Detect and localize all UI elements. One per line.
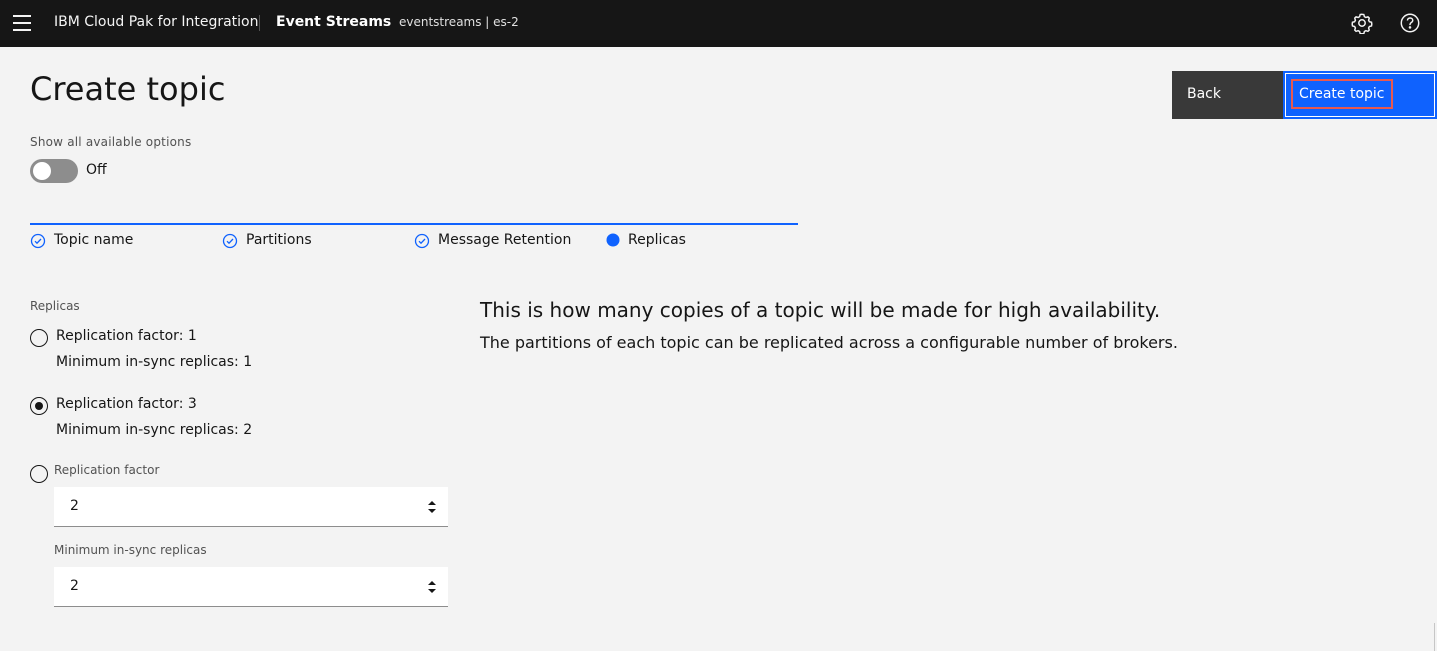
info-body: The partitions of each topic can be repl… bbox=[480, 333, 1178, 352]
option-2-line-2: Minimum in-sync replicas: 2 bbox=[56, 422, 253, 438]
custom-replication-radio[interactable] bbox=[30, 465, 48, 483]
help-icon[interactable] bbox=[1399, 12, 1421, 34]
toggle-state-text: Off bbox=[86, 162, 107, 178]
step-label: Message Retention bbox=[438, 232, 572, 248]
replication-factor-3-radio[interactable] bbox=[30, 397, 48, 415]
current-step-icon bbox=[606, 233, 622, 249]
toggle-knob bbox=[33, 162, 51, 180]
step-label: Replicas bbox=[628, 232, 686, 248]
option-1-line-1: Replication factor: 1 bbox=[56, 328, 197, 344]
min-isr-value: 2 bbox=[70, 578, 79, 594]
progress-bar bbox=[30, 223, 798, 225]
replication-factor-input[interactable]: 2 bbox=[54, 487, 448, 527]
show-options-label: Show all available options bbox=[30, 135, 192, 149]
instance-name: eventstreams | es-2 bbox=[399, 15, 519, 29]
create-topic-button[interactable]: Create topic bbox=[1283, 71, 1437, 119]
top-header: IBM Cloud Pak for Integration Event Stre… bbox=[0, 0, 1437, 47]
info-title: This is how many copies of a topic will … bbox=[480, 298, 1161, 322]
checkmark-circle-icon bbox=[414, 233, 430, 249]
back-button[interactable]: Back bbox=[1172, 71, 1283, 119]
replication-factor-value: 2 bbox=[70, 498, 79, 514]
option-2-line-1: Replication factor: 3 bbox=[56, 396, 197, 412]
checkmark-circle-icon bbox=[222, 233, 238, 249]
settings-icon[interactable] bbox=[1351, 12, 1373, 34]
option-1-line-2: Minimum in-sync replicas: 1 bbox=[56, 354, 253, 370]
menu-icon[interactable] bbox=[13, 15, 31, 32]
page-title: Create topic bbox=[30, 70, 226, 108]
replication-factor-label: Replication factor bbox=[54, 463, 160, 477]
number-stepper-icon[interactable] bbox=[426, 498, 438, 516]
step-label: Partitions bbox=[246, 232, 312, 248]
min-isr-input[interactable]: 2 bbox=[54, 567, 448, 607]
header-divider bbox=[259, 15, 260, 31]
show-options-toggle[interactable] bbox=[30, 159, 78, 183]
app-name[interactable]: Event Streams bbox=[276, 14, 391, 30]
replication-factor-1-radio[interactable] bbox=[30, 329, 48, 347]
number-stepper-icon[interactable] bbox=[426, 578, 438, 596]
product-name[interactable]: IBM Cloud Pak for Integration bbox=[54, 14, 259, 30]
checkmark-circle-icon bbox=[30, 233, 46, 249]
step-label: Topic name bbox=[54, 232, 134, 248]
min-isr-label: Minimum in-sync replicas bbox=[54, 543, 207, 557]
replicas-section-label: Replicas bbox=[30, 299, 80, 313]
create-topic-button-label: Create topic bbox=[1291, 79, 1393, 109]
